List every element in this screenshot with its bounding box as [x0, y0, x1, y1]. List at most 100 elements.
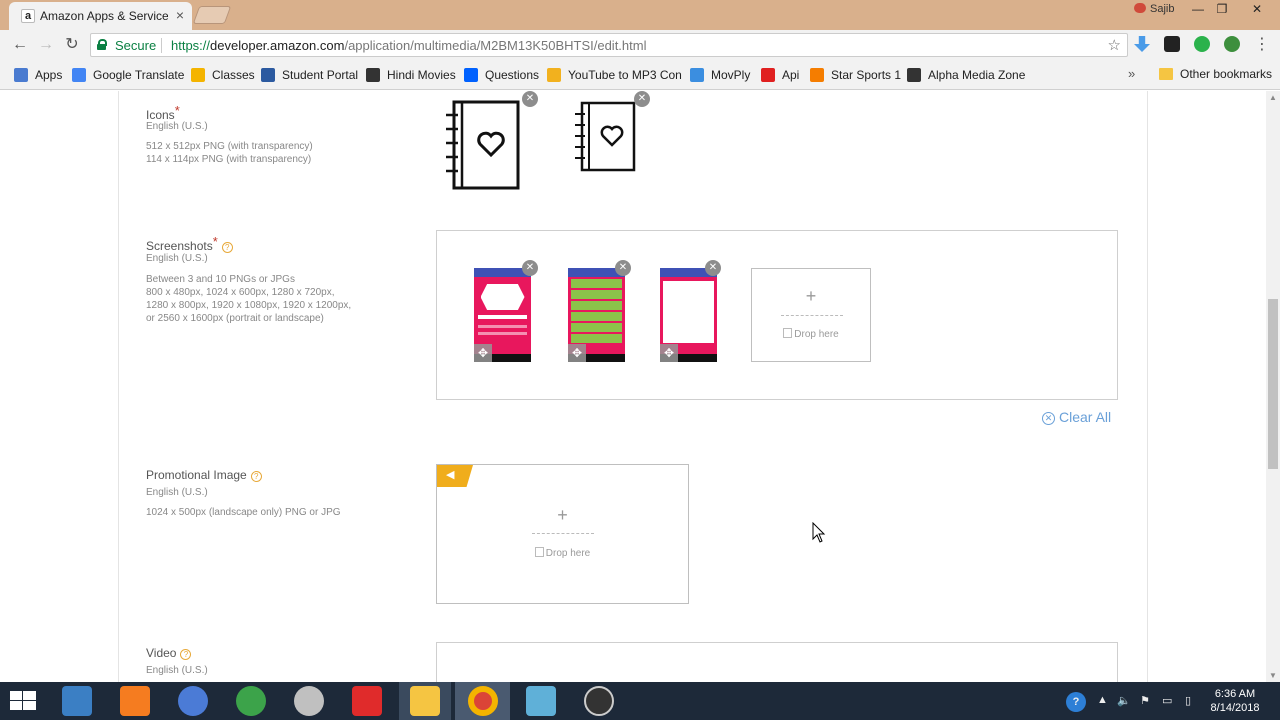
windows-start-icon[interactable]: [10, 691, 36, 711]
bookmark-label: Apps: [35, 68, 63, 82]
secure-label: Secure: [115, 38, 157, 53]
app-launcher-icon[interactable]: [62, 686, 92, 716]
icons-spec-small: 114 x 114px PNG (with transparency): [146, 154, 312, 165]
bookmark-item[interactable]: Apps: [14, 67, 62, 83]
battery-icon[interactable]: ▯: [1185, 694, 1191, 707]
download-extension-icon[interactable]: [1134, 36, 1150, 52]
new-tab-button[interactable]: [192, 6, 232, 24]
tab-title: Amazon Apps & Services: [40, 9, 168, 23]
remove-icon-button[interactable]: ✕: [634, 91, 650, 107]
browser-tab[interactable]: a Amazon Apps & Services ×: [9, 2, 192, 30]
remove-screenshot-button[interactable]: ✕: [705, 260, 721, 276]
help-tray-icon[interactable]: ?: [1066, 692, 1086, 712]
screenshot-thumbnail[interactable]: ✥: [474, 268, 531, 362]
drag-handle-icon[interactable]: ✥: [660, 344, 678, 362]
address-bar[interactable]: Secure https://developer.amazon.com/appl…: [90, 33, 1128, 57]
screenshot-thumbnail[interactable]: ✥: [568, 268, 625, 362]
bookmark-label: Hindi Movies: [387, 68, 456, 82]
bookmark-label: Alpha Media Zone: [928, 68, 1026, 82]
file-explorer-icon[interactable]: [410, 686, 440, 716]
system-clock[interactable]: 6:36 AM 8/14/2018: [1205, 687, 1265, 715]
vivaldi-icon[interactable]: [352, 686, 382, 716]
more-bookmarks-icon[interactable]: »: [1128, 66, 1135, 81]
promotional-spec: 1024 x 500px (landscape only) PNG or JPG: [146, 507, 341, 518]
other-bookmarks-folder[interactable]: Other bookmarks: [1159, 67, 1272, 81]
url-path: /application/multimedia/M2BM13K50BHTSI/e…: [344, 38, 647, 53]
drop-hint: Drop here: [437, 547, 688, 559]
globe-extension-icon[interactable]: [1224, 36, 1240, 52]
screen: a Amazon Apps & Services × Sajib — ❐ ✕ ←…: [0, 0, 1280, 720]
scrollbar-thumb[interactable]: [1268, 299, 1278, 469]
screenshots-label: Screenshots*?: [146, 234, 233, 253]
student-portal-icon: [261, 68, 275, 82]
close-window-button[interactable]: ✕: [1240, 0, 1274, 18]
back-button[interactable]: ←: [10, 36, 30, 54]
movply-icon: [690, 68, 704, 82]
help-icon[interactable]: ?: [221, 242, 233, 253]
other-bookmarks-label: Other bookmarks: [1180, 67, 1273, 81]
reload-button[interactable]: ↻: [62, 36, 82, 54]
notes-icon[interactable]: [526, 686, 556, 716]
bookmark-star-icon[interactable]: ☆: [1108, 36, 1121, 54]
tab-close-icon[interactable]: ×: [176, 8, 184, 22]
menu-icon[interactable]: ⋮: [1252, 36, 1272, 54]
scroll-down-icon[interactable]: ▼: [1266, 671, 1280, 680]
volume-icon[interactable]: 🔈: [1117, 694, 1131, 707]
plus-icon: +: [805, 286, 817, 306]
tray-chevron-icon[interactable]: ▲: [1097, 694, 1108, 706]
icons-spec-large: 512 x 512px PNG (with transparency): [146, 141, 313, 152]
windows-taskbar: ? ▲ 🔈 ⚑ ▭ ▯ 6:36 AM 8/14/2018: [0, 682, 1280, 720]
clock-time: 6:36 AM: [1214, 688, 1256, 700]
remove-screenshot-button[interactable]: ✕: [615, 260, 631, 276]
clock-date: 8/14/2018: [1210, 702, 1260, 714]
bookmark-item[interactable]: Api: [761, 67, 799, 83]
restore-button[interactable]: ❐: [1208, 0, 1236, 18]
paint-icon[interactable]: [294, 686, 324, 716]
bookmark-item[interactable]: Alpha Media Zone: [907, 67, 1025, 83]
divider: [781, 315, 843, 316]
bookmark-item[interactable]: Questions: [464, 67, 539, 83]
google-translate-icon: [72, 68, 86, 82]
help-icon[interactable]: ?: [250, 471, 262, 482]
remove-screenshot-button[interactable]: ✕: [522, 260, 538, 276]
network-icon[interactable]: ▭: [1162, 694, 1172, 707]
image-icon: [534, 547, 544, 557]
chrome-icon[interactable]: [468, 686, 498, 716]
android-studio-icon[interactable]: [236, 686, 266, 716]
url-scheme: https://: [171, 38, 211, 53]
bookmark-item[interactable]: YouTube to MP3 Con: [547, 67, 682, 83]
bookmark-item[interactable]: Star Sports 1: [810, 67, 901, 83]
url-text[interactable]: https://developer.amazon.com/application…: [171, 38, 646, 53]
help-icon[interactable]: ?: [180, 649, 192, 660]
bookmark-item[interactable]: MovPly: [690, 67, 750, 83]
converter-icon: [547, 68, 561, 82]
profile-button[interactable]: Sajib: [1134, 3, 1174, 15]
drag-handle-icon[interactable]: ✥: [568, 344, 586, 362]
xampp-icon[interactable]: [120, 686, 150, 716]
remove-icon-button[interactable]: ✕: [522, 91, 538, 107]
bookmark-label: Student Portal: [282, 68, 359, 82]
page-scrollbar[interactable]: ▲ ▼: [1266, 91, 1280, 682]
flag-icon[interactable]: ⚑: [1140, 694, 1150, 707]
obs-icon[interactable]: [584, 686, 614, 716]
video-panel[interactable]: [436, 642, 1118, 682]
megaphone-icon: ◀: [437, 465, 473, 487]
drag-handle-icon[interactable]: ✥: [474, 344, 492, 362]
extension-icon[interactable]: [1164, 36, 1180, 52]
screenshot-thumbnail[interactable]: ✥: [660, 268, 717, 362]
bookmark-item[interactable]: Google Translate: [72, 67, 184, 83]
bookmark-item[interactable]: Student Portal: [261, 67, 358, 83]
screenshots-locale: English (U.S.): [146, 253, 208, 264]
scroll-up-icon[interactable]: ▲: [1266, 93, 1280, 102]
promotional-drop-zone[interactable]: ◀ + Drop here: [436, 464, 689, 604]
screenshot-drop-zone[interactable]: + Drop here: [751, 268, 871, 362]
grammarly-icon[interactable]: [1194, 36, 1210, 52]
forward-button[interactable]: →: [36, 36, 56, 54]
chromium-icon[interactable]: [178, 686, 208, 716]
image-icon: [783, 328, 793, 338]
screenshots-spec: 800 x 480px, 1024 x 600px, 1280 x 720px,: [146, 287, 335, 298]
clear-all-button[interactable]: ✕ Clear All: [1042, 409, 1111, 425]
drop-hint: Drop here: [752, 328, 870, 340]
bookmark-item[interactable]: Classes: [191, 67, 255, 83]
bookmark-item[interactable]: Hindi Movies: [366, 67, 456, 83]
